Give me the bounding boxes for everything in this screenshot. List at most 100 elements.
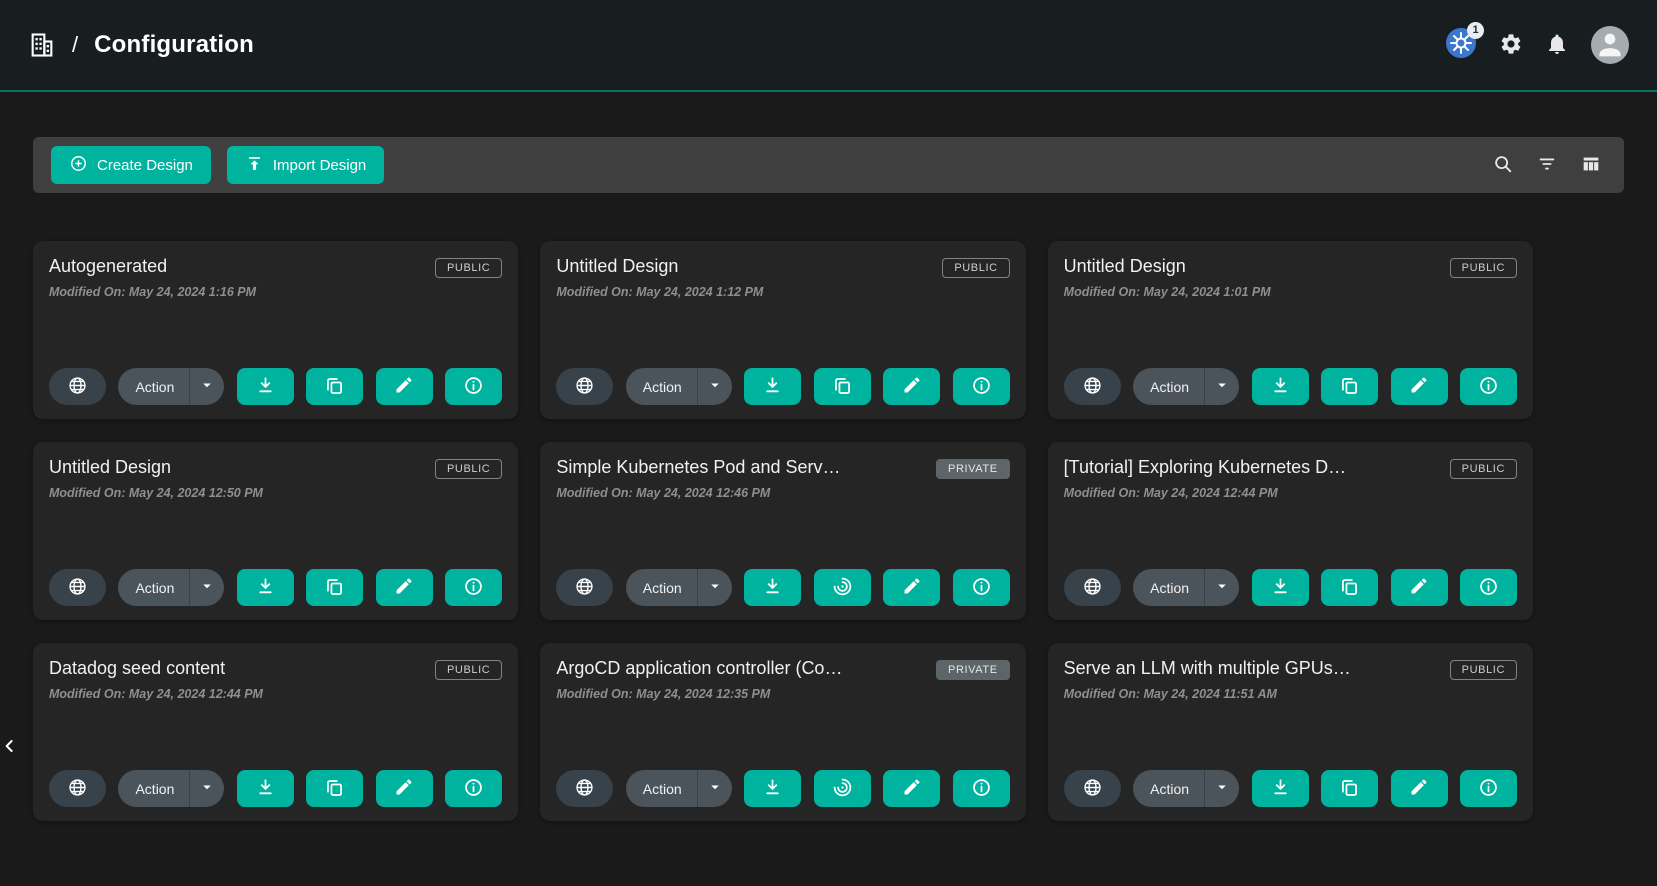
action-dropdown-caret[interactable] xyxy=(1204,569,1239,606)
clone-button[interactable] xyxy=(1321,569,1378,606)
action-dropdown-caret[interactable] xyxy=(1204,368,1239,405)
action-button[interactable]: Action xyxy=(118,770,189,807)
visibility-globe-button[interactable] xyxy=(1064,770,1121,807)
visibility-globe-button[interactable] xyxy=(556,368,613,405)
action-split-button: Action xyxy=(1133,770,1239,807)
chevron-down-icon xyxy=(1213,778,1231,799)
info-button[interactable] xyxy=(1460,770,1517,807)
download-button[interactable] xyxy=(744,770,801,807)
settings-button[interactable] xyxy=(1499,32,1523,59)
designs-toolbar: Create Design Import Design xyxy=(33,137,1624,193)
visibility-globe-button[interactable] xyxy=(1064,368,1121,405)
design-card: Autogenerated PUBLIC Modified On: May 24… xyxy=(33,241,518,419)
info-button[interactable] xyxy=(1460,569,1517,606)
create-design-label: Create Design xyxy=(97,157,193,174)
design-source-button[interactable] xyxy=(814,770,871,807)
design-card-header: Untitled Design PUBLIC xyxy=(49,457,502,479)
download-button[interactable] xyxy=(1252,368,1309,405)
download-button[interactable] xyxy=(237,770,294,807)
info-button[interactable] xyxy=(445,368,502,405)
import-design-label: Import Design xyxy=(273,157,366,174)
copy-icon xyxy=(1339,777,1360,801)
action-button[interactable]: Action xyxy=(626,770,697,807)
info-button[interactable] xyxy=(445,569,502,606)
clone-button[interactable] xyxy=(1321,770,1378,807)
spiral-icon xyxy=(832,576,853,600)
info-button[interactable] xyxy=(953,770,1010,807)
download-icon xyxy=(762,777,783,801)
edit-button[interactable] xyxy=(1391,770,1448,807)
pencil-icon xyxy=(902,777,922,800)
action-button[interactable]: Action xyxy=(1133,770,1204,807)
info-button[interactable] xyxy=(953,368,1010,405)
view-table-button[interactable] xyxy=(1580,153,1602,178)
filter-button[interactable] xyxy=(1536,153,1558,178)
action-button[interactable]: Action xyxy=(626,368,697,405)
avatar[interactable] xyxy=(1591,26,1629,64)
info-button[interactable] xyxy=(1460,368,1517,405)
import-design-button[interactable]: Import Design xyxy=(227,146,384,184)
action-button[interactable]: Action xyxy=(118,368,189,405)
edit-button[interactable] xyxy=(883,770,940,807)
action-dropdown-caret[interactable] xyxy=(697,569,732,606)
design-title: [Tutorial] Exploring Kubernetes D… xyxy=(1064,457,1440,478)
design-source-button[interactable] xyxy=(814,569,871,606)
clone-button[interactable] xyxy=(306,368,363,405)
visibility-globe-button[interactable] xyxy=(49,569,106,606)
design-card-header: Datadog seed content PUBLIC xyxy=(49,658,502,680)
clone-button[interactable] xyxy=(814,368,871,405)
visibility-globe-button[interactable] xyxy=(49,368,106,405)
action-button[interactable]: Action xyxy=(118,569,189,606)
clone-button[interactable] xyxy=(1321,368,1378,405)
edit-button[interactable] xyxy=(883,569,940,606)
edit-button[interactable] xyxy=(1391,368,1448,405)
download-button[interactable] xyxy=(237,368,294,405)
download-button[interactable] xyxy=(1252,569,1309,606)
action-dropdown-caret[interactable] xyxy=(189,770,224,807)
search-button[interactable] xyxy=(1492,153,1514,178)
action-dropdown-caret[interactable] xyxy=(697,368,732,405)
info-button[interactable] xyxy=(953,569,1010,606)
modified-date: Modified On: May 24, 2024 1:01 PM xyxy=(1064,285,1517,299)
download-button[interactable] xyxy=(1252,770,1309,807)
design-title: Autogenerated xyxy=(49,256,425,277)
clone-button[interactable] xyxy=(306,569,363,606)
design-card-header: Untitled Design PUBLIC xyxy=(1064,256,1517,278)
create-design-button[interactable]: Create Design xyxy=(51,146,211,184)
cluster-connection-button[interactable]: 1 xyxy=(1445,27,1477,64)
organization-building-icon[interactable] xyxy=(28,31,56,59)
download-icon xyxy=(1270,777,1291,801)
sidebar-expand-chevron[interactable] xyxy=(0,733,22,763)
action-dropdown-caret[interactable] xyxy=(189,569,224,606)
visibility-globe-button[interactable] xyxy=(49,770,106,807)
visibility-globe-button[interactable] xyxy=(556,770,613,807)
breadcrumb-separator: / xyxy=(72,32,78,58)
action-button[interactable]: Action xyxy=(1133,569,1204,606)
download-button[interactable] xyxy=(744,569,801,606)
design-card-header: Untitled Design PUBLIC xyxy=(556,256,1009,278)
edit-button[interactable] xyxy=(376,368,433,405)
bell-icon xyxy=(1545,32,1569,59)
edit-button[interactable] xyxy=(376,569,433,606)
pencil-icon xyxy=(394,777,414,800)
visibility-globe-button[interactable] xyxy=(1064,569,1121,606)
visibility-globe-button[interactable] xyxy=(556,569,613,606)
edit-button[interactable] xyxy=(1391,569,1448,606)
download-button[interactable] xyxy=(237,569,294,606)
action-dropdown-caret[interactable] xyxy=(697,770,732,807)
download-button[interactable] xyxy=(744,368,801,405)
toolbar-right-icons xyxy=(1492,153,1606,178)
clone-button[interactable] xyxy=(306,770,363,807)
design-card-actions: Action xyxy=(556,569,1009,606)
design-title: Simple Kubernetes Pod and Serv… xyxy=(556,457,926,478)
edit-button[interactable] xyxy=(376,770,433,807)
action-button[interactable]: Action xyxy=(626,569,697,606)
info-button[interactable] xyxy=(445,770,502,807)
pencil-icon xyxy=(394,375,414,398)
action-dropdown-caret[interactable] xyxy=(1204,770,1239,807)
design-card-header: Autogenerated PUBLIC xyxy=(49,256,502,278)
action-button[interactable]: Action xyxy=(1133,368,1204,405)
action-dropdown-caret[interactable] xyxy=(189,368,224,405)
notifications-button[interactable] xyxy=(1545,32,1569,59)
edit-button[interactable] xyxy=(883,368,940,405)
